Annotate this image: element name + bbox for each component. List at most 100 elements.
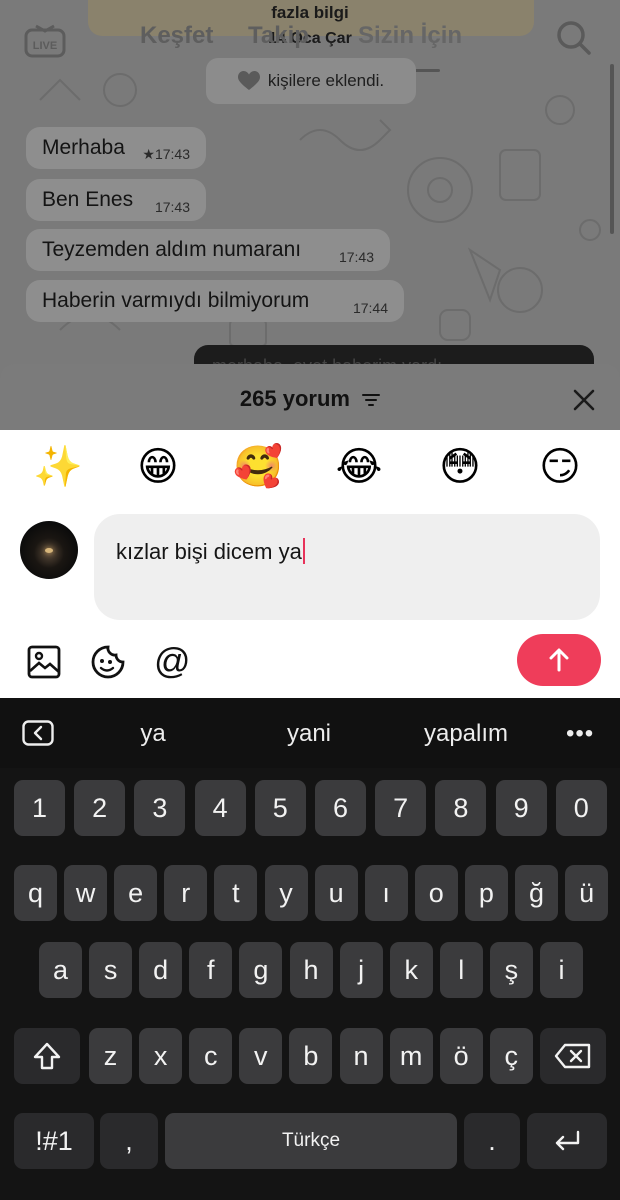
key-x[interactable]: x xyxy=(139,1028,183,1084)
tab-following[interactable]: Takip xyxy=(248,22,309,50)
backspace-icon xyxy=(554,1043,591,1069)
keyboard: 1234567890 qwertyuıopğü asdfghjklşi zxcvbnm… xyxy=(0,768,620,1200)
key-a[interactable]: a xyxy=(39,942,82,998)
mention-icon[interactable]: @ xyxy=(154,643,191,680)
emoji-smirk[interactable]: 😏 xyxy=(535,442,585,492)
key-6[interactable]: 6 xyxy=(315,780,366,836)
key-b[interactable]: b xyxy=(289,1028,333,1084)
emoji-joy[interactable]: 😂 xyxy=(334,442,384,492)
keyboard-suggestion-bar: ya yani yapalım ••• xyxy=(0,698,620,768)
emoji-sparkles[interactable]: ✨ xyxy=(33,442,83,492)
symbols-key[interactable]: !#1 xyxy=(14,1113,94,1169)
comments-header: 265 yorum xyxy=(0,364,620,430)
emoji-flushed[interactable]: 😳 xyxy=(435,442,485,492)
key-k[interactable]: k xyxy=(389,942,433,998)
key-m[interactable]: m xyxy=(389,1028,433,1084)
key-r[interactable]: r xyxy=(164,865,208,921)
image-icon[interactable] xyxy=(26,644,62,680)
key-s[interactable]: s xyxy=(89,942,133,998)
comment-input[interactable]: kızlar bişi dicem ya xyxy=(94,514,600,620)
more-options-icon[interactable]: ••• xyxy=(566,720,594,748)
key-i[interactable]: i xyxy=(540,942,583,998)
key-9[interactable]: 9 xyxy=(495,780,547,836)
key-ğ[interactable]: ğ xyxy=(515,865,558,921)
key-u[interactable]: u xyxy=(314,865,358,921)
key-v[interactable]: v xyxy=(239,1028,283,1084)
tab-explore[interactable]: Keşfet xyxy=(140,22,213,50)
suggestion-1[interactable]: ya xyxy=(73,720,233,748)
key-ç[interactable]: ç xyxy=(489,1028,533,1084)
banner-date: 14 Oca Çar xyxy=(268,30,352,47)
tab-for-you[interactable]: Sizin İçin xyxy=(358,22,462,50)
user-avatar[interactable] xyxy=(20,521,78,579)
comment-composer: ✨ 😁 🥰 😂 😳 😏 kızlar bişi dicem ya @ xyxy=(0,430,620,698)
system-message-text: kişilere eklendi. xyxy=(267,71,385,90)
chat-message: Teyzemden aldım numaranı 17:43 xyxy=(26,229,390,271)
message-text: Merhaba xyxy=(42,136,125,159)
key-1[interactable]: 1 xyxy=(14,780,65,836)
key-e[interactable]: e xyxy=(114,865,158,921)
key-ş[interactable]: ş xyxy=(489,942,533,998)
key-c[interactable]: c xyxy=(189,1028,233,1084)
text-caret xyxy=(302,538,305,564)
message-time: 17:43 xyxy=(154,199,190,215)
comments-title: 265 yorum xyxy=(0,386,620,412)
key-l[interactable]: l xyxy=(439,942,483,998)
banner-text: fazla bilgi xyxy=(271,3,349,22)
shift-icon xyxy=(33,1042,61,1070)
emoji-grin[interactable]: 😁 xyxy=(133,442,183,492)
key-ü[interactable]: ü xyxy=(565,865,609,921)
key-o[interactable]: o xyxy=(414,865,458,921)
key-3[interactable]: 3 xyxy=(134,780,186,836)
video-progress-bar xyxy=(610,64,614,234)
enter-key[interactable] xyxy=(527,1113,607,1169)
emoji-hearts[interactable]: 🥰 xyxy=(233,442,283,492)
message-time: ★17:43 xyxy=(142,146,190,162)
key-d[interactable]: d xyxy=(139,942,183,998)
comment-input-value: kızlar bişi dicem ya xyxy=(116,539,302,564)
message-text: Haberin varmıydı bilmiyorum xyxy=(42,289,310,312)
comma-key[interactable]: , xyxy=(100,1113,158,1169)
key-j[interactable]: j xyxy=(339,942,383,998)
key-0[interactable]: 0 xyxy=(555,780,607,836)
enter-icon xyxy=(555,1130,580,1151)
suggestion-2[interactable]: yani xyxy=(229,720,389,748)
key-2[interactable]: 2 xyxy=(74,780,126,836)
chat-message: Haberin varmıydı bilmiyorum 17:44 xyxy=(26,280,404,322)
sticker-icon[interactable] xyxy=(90,644,126,680)
send-button[interactable] xyxy=(517,634,601,686)
keyboard-collapse-icon[interactable] xyxy=(22,720,54,746)
message-text: Ben Enes xyxy=(42,188,134,211)
key-p[interactable]: p xyxy=(464,865,508,921)
key-8[interactable]: 8 xyxy=(435,780,487,836)
key-n[interactable]: n xyxy=(339,1028,383,1084)
svg-text:LIVE: LIVE xyxy=(33,40,57,52)
system-message: kişilere eklendi. xyxy=(206,58,416,104)
period-key[interactable]: . xyxy=(464,1113,520,1169)
key-f[interactable]: f xyxy=(189,942,233,998)
key-g[interactable]: g xyxy=(239,942,283,998)
key-t[interactable]: t xyxy=(214,865,258,921)
key-7[interactable]: 7 xyxy=(375,780,427,836)
sort-icon[interactable] xyxy=(362,393,381,407)
message-time: 17:43 xyxy=(338,249,374,265)
message-text: Teyzemden aldım numaranı xyxy=(42,238,302,261)
key-q[interactable]: q xyxy=(14,865,57,921)
shift-key[interactable] xyxy=(14,1028,80,1084)
key-4[interactable]: 4 xyxy=(194,780,246,836)
backspace-key[interactable] xyxy=(540,1028,606,1084)
key-ö[interactable]: ö xyxy=(439,1028,483,1084)
key-5[interactable]: 5 xyxy=(254,780,306,836)
key-z[interactable]: z xyxy=(89,1028,132,1084)
chat-message: Merhaba ★17:43 xyxy=(26,127,206,169)
quick-emoji-row: ✨ 😁 🥰 😂 😳 😏 xyxy=(0,442,620,498)
search-icon[interactable] xyxy=(556,20,592,56)
live-tv-icon[interactable]: LIVE xyxy=(24,24,66,58)
key-w[interactable]: w xyxy=(64,865,108,921)
suggestion-3[interactable]: yapalım xyxy=(386,720,546,748)
close-icon[interactable] xyxy=(566,382,602,418)
space-key[interactable]: Türkçe xyxy=(165,1113,457,1169)
key-y[interactable]: y xyxy=(264,865,308,921)
key-ı[interactable]: ı xyxy=(364,865,408,921)
key-h[interactable]: h xyxy=(289,942,333,998)
